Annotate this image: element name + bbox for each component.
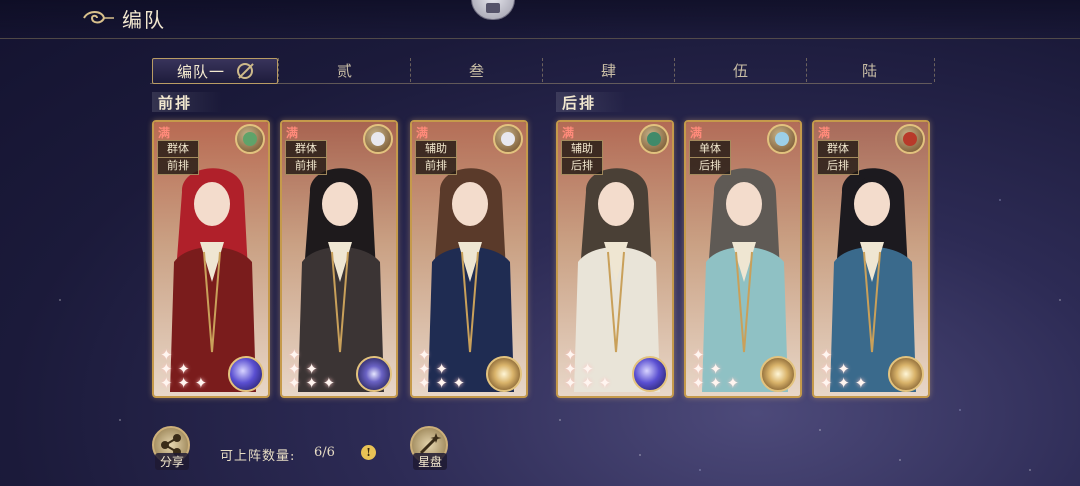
position-tag: 后排 <box>561 157 603 175</box>
tab-separator <box>674 58 675 82</box>
gold-orb-icon[interactable] <box>888 356 924 392</box>
tab-separator <box>542 58 543 82</box>
position-tag: 后排 <box>689 157 731 175</box>
tab-formation-6[interactable]: 陆 <box>808 58 932 82</box>
chest-icon <box>486 3 500 13</box>
rename-icon[interactable] <box>237 63 253 79</box>
back-row-label: 后排 <box>562 94 597 112</box>
star-rank-sparkles-icon: ✦ ✦ ✦ ✦ ✦ ✦ <box>288 346 336 392</box>
deploy-count-label: 可上阵数量: <box>220 449 296 464</box>
share-label[interactable]: 分享 <box>155 453 189 470</box>
star-rank-sparkles-icon: ✦ ✦ ✦ ✦ ✦ ✦ <box>692 346 740 392</box>
role-tag: 群体 <box>817 140 859 158</box>
element-emblem <box>903 132 917 146</box>
tab-formation-1[interactable]: 编队一 <box>152 58 278 84</box>
role-tag: 辅助 <box>415 140 457 158</box>
cosmic-orb-icon[interactable] <box>632 356 668 392</box>
tab-label: 陆 <box>861 61 878 80</box>
hero-card[interactable]: 满辅助 前排 ✦ ✦ ✦ ✦ ✦ ✦ <box>410 120 528 398</box>
position-tag: 前排 <box>157 157 199 175</box>
tab-separator <box>410 58 411 82</box>
deploy-count-value: 6/6 <box>314 445 335 460</box>
hero-card[interactable]: 满群体 后排 ✦ ✦ ✦ ✦ ✦ ✦ <box>812 120 930 398</box>
role-tag: 单体 <box>689 140 731 158</box>
star-rank-sparkles-icon: ✦ ✦ ✦ ✦ ✦ ✦ <box>564 346 612 392</box>
tab-label: 编队一 <box>176 62 225 81</box>
star-rank-sparkles-icon: ✦ ✦ ✦ ✦ ✦ ✦ <box>820 346 868 392</box>
tab-separator <box>934 58 935 82</box>
role-tag: 群体 <box>157 140 199 158</box>
star-rank-sparkles-icon: ✦ ✦ ✦ ✦ ✦ ✦ <box>160 346 208 392</box>
tab-separator <box>278 58 279 82</box>
star-rank-sparkles-icon: ✦ ✦ ✦ ✦ ✦ ✦ <box>418 346 466 392</box>
element-emblem <box>243 132 257 146</box>
tab-label: 伍 <box>732 61 749 80</box>
gold-orb-icon[interactable] <box>486 356 522 392</box>
position-tag: 后排 <box>817 157 859 175</box>
position-tag: 前排 <box>285 157 327 175</box>
qilin-icon <box>767 124 797 154</box>
tab-label: 叁 <box>468 61 485 80</box>
tab-formation-5[interactable]: 伍 <box>676 58 806 82</box>
info-icon[interactable]: ! <box>361 445 376 460</box>
tab-label: 贰 <box>336 61 353 80</box>
max-level-badge: 满 <box>562 126 575 140</box>
max-level-badge: 满 <box>818 126 831 140</box>
tab-formation-2[interactable]: 贰 <box>280 58 410 82</box>
page-title: 编队 <box>122 8 166 32</box>
element-emblem <box>501 132 515 146</box>
back-swirl-icon[interactable] <box>80 6 116 30</box>
role-tag: 群体 <box>285 140 327 158</box>
crane-icon <box>493 124 523 154</box>
element-emblem <box>775 132 789 146</box>
hero-card[interactable]: 满辅助 后排 ✦ ✦ ✦ ✦ ✦ ✦ <box>556 120 674 398</box>
front-row-label: 前排 <box>158 94 193 112</box>
hero-card[interactable]: 满群体 前排 ✦ ✦ ✦ ✦ ✦ ✦ <box>280 120 398 398</box>
gold-orb-icon[interactable] <box>760 356 796 392</box>
tab-label: 肆 <box>600 61 617 80</box>
tab-separator <box>806 58 807 82</box>
header-bar: 编队 <box>0 0 1080 39</box>
hero-card[interactable]: 满群体 前排 ✦ ✦ ✦ ✦ ✦ ✦ <box>152 120 270 398</box>
max-level-badge: 满 <box>286 126 299 140</box>
role-tag: 辅助 <box>561 140 603 158</box>
position-tag: 前排 <box>415 157 457 175</box>
dark-orb-icon[interactable] <box>356 356 392 392</box>
swirl-icon <box>895 124 925 154</box>
bird-icon <box>639 124 669 154</box>
max-level-badge: 满 <box>158 126 171 140</box>
crane-icon <box>363 124 393 154</box>
dragon-icon <box>235 124 265 154</box>
tab-formation-4[interactable]: 肆 <box>544 58 674 82</box>
star-chart-label[interactable]: 星盘 <box>413 453 447 470</box>
hero-card[interactable]: 满单体 后排 ✦ ✦ ✦ ✦ ✦ ✦ <box>684 120 802 398</box>
element-emblem <box>647 132 661 146</box>
element-emblem <box>371 132 385 146</box>
tab-formation-3[interactable]: 叁 <box>412 58 542 82</box>
max-level-badge: 满 <box>690 126 703 140</box>
max-level-badge: 满 <box>416 126 429 140</box>
cosmic-orb-icon[interactable] <box>228 356 264 392</box>
